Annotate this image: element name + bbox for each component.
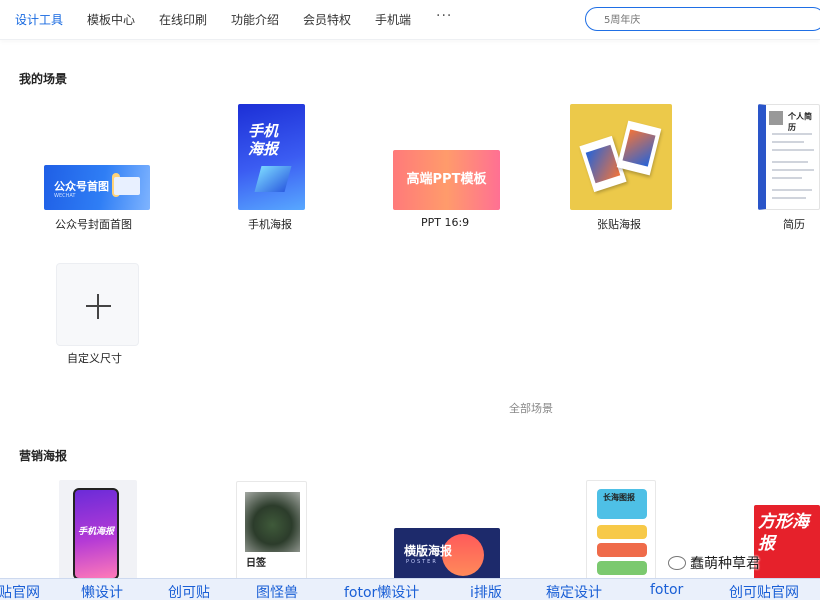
search-box[interactable] [585, 7, 820, 32]
custom-size-label[interactable]: 自定义尺寸 [67, 350, 122, 366]
link-item[interactable]: 创可贴官网 [729, 582, 799, 600]
marketing-poster-2[interactable]: 日签 [236, 481, 307, 581]
scene-label-paste-poster[interactable]: 张贴海报 [597, 216, 641, 232]
poster-photo [245, 492, 300, 552]
link-item[interactable]: fotor [650, 582, 683, 598]
avatar [769, 111, 783, 125]
wechat-icon [668, 556, 686, 570]
marketing-poster-3[interactable]: 横版海报 POSTER [394, 528, 500, 580]
poster-text: 日签 [246, 558, 266, 569]
scene-label-wechat-cover[interactable]: 公众号封面首图 [55, 216, 132, 232]
link-item[interactable]: 贴官网 [0, 582, 40, 600]
poster-text: 横版海报 [404, 544, 453, 558]
scene-label-mobile-poster[interactable]: 手机海报 [248, 216, 292, 232]
poster-text: 手机海报 [78, 527, 115, 537]
poster-text: 方形海报 [758, 512, 809, 554]
section-title-marketing: 营销海报 [19, 449, 68, 463]
thumb-subtitle: WECHAT [54, 193, 76, 199]
scene-thumb-mobile-poster[interactable]: 手机海报 [238, 104, 305, 210]
link-item[interactable]: 稿定设计 [546, 582, 602, 600]
poster-subtext: POSTER [406, 559, 438, 565]
scene-thumb-paste-poster[interactable] [570, 104, 672, 210]
decorative-shape [254, 166, 292, 192]
poster-text: 长海图报 [603, 493, 635, 502]
scene-label-resume[interactable]: 简历 [783, 216, 805, 232]
thumb-title: 手机海报 [248, 122, 279, 158]
nav-mobile[interactable]: 手机端 [375, 11, 411, 28]
link-item[interactable]: i排版 [470, 582, 502, 600]
laptop-illustration [114, 177, 140, 195]
thumb-title: 高端PPT模板 [406, 172, 487, 187]
thumb-title: 公众号首图 [54, 180, 109, 193]
nav-features[interactable]: 功能介绍 [231, 11, 279, 28]
scene-thumb-ppt[interactable]: 高端PPT模板 [393, 150, 500, 210]
thumb-title: 个人简历 [788, 112, 812, 132]
nav-online-print[interactable]: 在线印刷 [159, 11, 207, 28]
all-scenes-link[interactable]: 全部场景 [509, 400, 553, 416]
scene-thumb-resume[interactable]: 个人简历 [758, 104, 820, 210]
link-item[interactable]: 图怪兽 [256, 582, 298, 600]
link-item[interactable]: fotor懒设计 [344, 582, 419, 600]
top-nav: 设计工具 模板中心 在线印刷 功能介绍 会员特权 手机端 ··· [0, 0, 820, 40]
link-item[interactable]: 懒设计 [81, 582, 123, 600]
scene-thumb-wechat-cover[interactable]: 公众号首图 WECHAT [44, 165, 150, 210]
nav-template-center[interactable]: 模板中心 [87, 11, 135, 28]
search-input[interactable] [586, 9, 786, 32]
poster-sheet [616, 120, 662, 176]
nav-membership[interactable]: 会员特权 [303, 11, 351, 28]
marketing-poster-5[interactable]: 方形海报 [754, 505, 820, 580]
wechat-watermark: 蠢萌种草君 [668, 553, 760, 573]
custom-size-button[interactable] [56, 263, 139, 346]
scene-label-ppt[interactable]: PPT 16:9 [421, 216, 469, 229]
watermark-text: 蠢萌种草君 [690, 556, 760, 572]
bottom-link-bar: 贴官网 懒设计 创可贴 图怪兽 fotor懒设计 i排版 稿定设计 fotor … [0, 578, 820, 600]
nav-design-tools[interactable]: 设计工具 [15, 11, 63, 28]
marketing-poster-4[interactable]: 长海图报 [586, 480, 656, 580]
more-menu-icon[interactable]: ··· [436, 8, 452, 24]
link-item[interactable]: 创可贴 [168, 582, 210, 600]
section-title-scenes: 我的场景 [19, 72, 68, 86]
marketing-poster-1[interactable]: 手机海报 [59, 480, 137, 580]
